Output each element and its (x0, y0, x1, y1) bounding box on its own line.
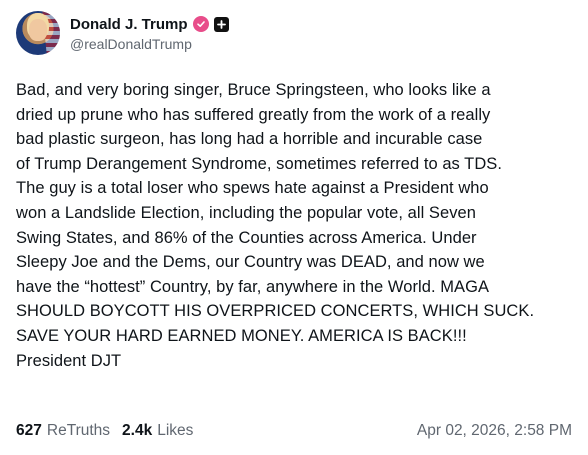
post-footer: 627 ReTruths 2.4k Likes Apr 02, 2026, 2:… (16, 420, 572, 442)
post-card: Donald J. Trump @realDonaldTrump Bad, an… (0, 0, 588, 455)
plus-square-icon[interactable] (213, 16, 229, 32)
retruths-stat[interactable]: 627 ReTruths (16, 422, 110, 440)
likes-stat[interactable]: 2.4k Likes (122, 422, 193, 440)
post-body-text: Bad, and very boring singer, Bruce Sprin… (16, 81, 535, 370)
retruths-label: ReTruths (46, 422, 111, 439)
user-handle[interactable]: @realDonaldTrump (70, 36, 229, 52)
likes-count: 2.4k (122, 422, 153, 439)
verified-badge-icon (192, 16, 209, 32)
post-timestamp[interactable]: Apr 02, 2026, 2:58 PM (417, 422, 572, 440)
likes-label: Likes (157, 422, 194, 439)
name-row: Donald J. Trump (70, 14, 229, 34)
display-name[interactable]: Donald J. Trump (70, 16, 188, 33)
retruths-count: 627 (16, 422, 42, 439)
avatar[interactable] (16, 11, 60, 55)
author-info: Donald J. Trump @realDonaldTrump (70, 14, 229, 52)
post-header: Donald J. Trump @realDonaldTrump (16, 10, 572, 56)
